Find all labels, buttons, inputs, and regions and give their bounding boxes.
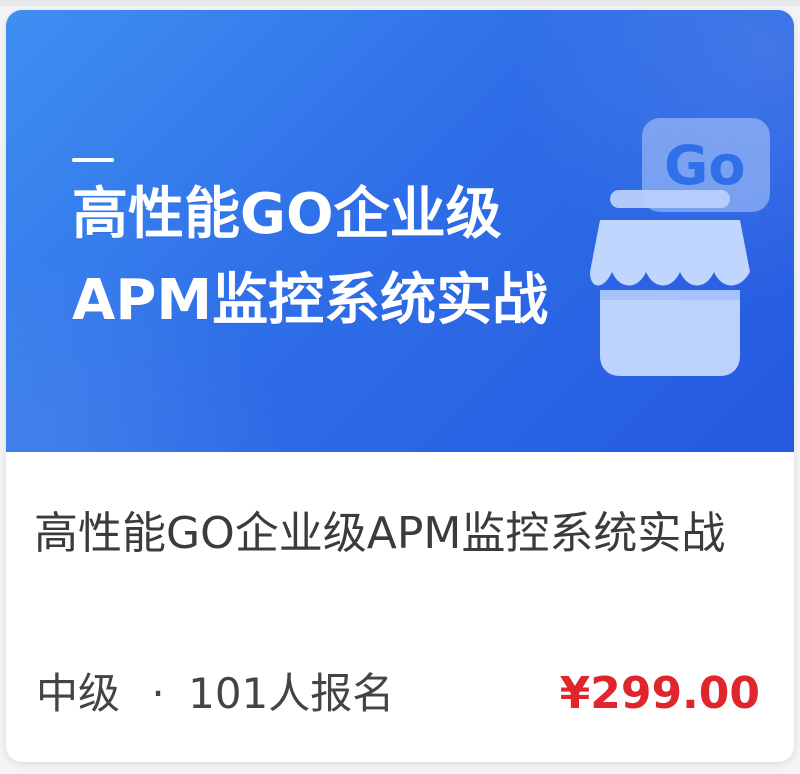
enrolled-count: 101人报名 bbox=[188, 669, 395, 718]
meta-separator: · bbox=[151, 669, 165, 718]
course-meta: 中级 · 101人报名 bbox=[36, 666, 394, 722]
course-banner[interactable]: 高性能GO企业级 APM监控系统实战 Go bbox=[6, 10, 794, 452]
banner-title-line-1: 高性能GO企业级 bbox=[72, 182, 502, 247]
course-price: ¥299.00 bbox=[559, 668, 760, 719]
banner-title-line-2: APM监控系统实战 bbox=[72, 268, 549, 333]
course-card[interactable]: 高性能GO企业级 APM监控系统实战 Go bbox=[6, 10, 794, 762]
banner-dash bbox=[72, 158, 114, 162]
store-icon bbox=[590, 190, 750, 376]
top-divider bbox=[0, 0, 800, 6]
course-title[interactable]: 高性能GO企业级APM监控系统实战 bbox=[34, 502, 754, 566]
banner-title: 高性能GO企业级 APM监控系统实战 bbox=[72, 172, 592, 344]
course-level: 中级 bbox=[36, 669, 121, 718]
